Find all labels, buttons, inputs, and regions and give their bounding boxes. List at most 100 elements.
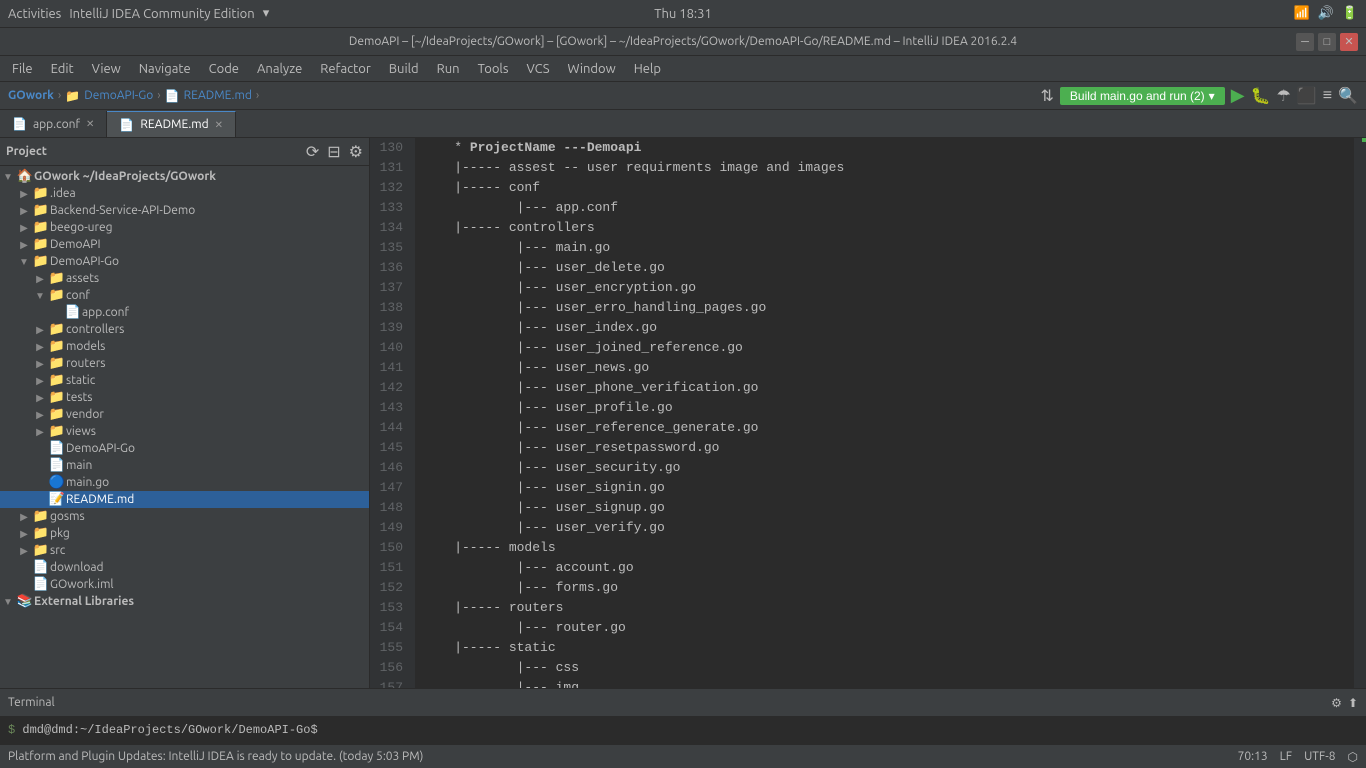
tree-item[interactable]: ▶📁src	[0, 542, 369, 559]
line-number: 147	[370, 478, 409, 498]
encoding[interactable]: UTF-8	[1304, 750, 1335, 764]
tree-item[interactable]: 📄main	[0, 457, 369, 474]
menu-code[interactable]: Code	[201, 60, 247, 78]
run-config-button[interactable]: Build main.go and run (2) ▾	[1060, 87, 1225, 105]
menu-edit[interactable]: Edit	[43, 60, 82, 78]
menu-navigate[interactable]: Navigate	[131, 60, 199, 78]
coverage-icon[interactable]: ☂	[1276, 86, 1290, 105]
tree-item[interactable]: ▶📁models	[0, 338, 369, 355]
breadcrumb-sep2: ›	[157, 89, 160, 102]
breadcrumb-gowork[interactable]: GOwork	[8, 89, 54, 102]
tree-item[interactable]: 📄DemoAPI-Go	[0, 440, 369, 457]
code-line: |--- css	[423, 658, 1346, 678]
tree-item[interactable]: 🔵main.go	[0, 474, 369, 491]
tree-item[interactable]: ▶📁controllers	[0, 321, 369, 338]
close-button[interactable]: ✕	[1340, 33, 1358, 51]
tree-item[interactable]: 📄download	[0, 559, 369, 576]
stop-icon[interactable]: ⬛	[1297, 86, 1317, 105]
line-number: 157	[370, 678, 409, 688]
collapse-all-icon[interactable]: ⊟	[325, 140, 342, 163]
tree-item[interactable]: ▶📁routers	[0, 355, 369, 372]
sync-files-icon[interactable]: ⟳	[304, 140, 321, 163]
code-line: |--- router.go	[423, 618, 1346, 638]
columns-icon[interactable]: ≡	[1323, 86, 1332, 105]
code-content[interactable]: * ProjectName ---Demoapi |----- assest -…	[415, 138, 1354, 688]
settings-icon[interactable]: ⚙	[347, 140, 365, 163]
tree-item[interactable]: ▶📁assets	[0, 270, 369, 287]
menu-tools[interactable]: Tools	[470, 60, 517, 78]
tree-item-label: DemoAPI	[50, 238, 369, 251]
line-number: 156	[370, 658, 409, 678]
gutter-indicator	[1362, 138, 1366, 142]
tree-item-label: README.md	[66, 493, 369, 506]
tree-item[interactable]: ▼📁DemoAPI-Go	[0, 253, 369, 270]
tree-file-icon: 📁	[48, 322, 66, 337]
activities-label[interactable]: Activities	[8, 7, 61, 21]
tree-item[interactable]: ▶📁views	[0, 423, 369, 440]
menu-file[interactable]: File	[4, 60, 41, 78]
tree-item[interactable]: ▶📁gosms	[0, 508, 369, 525]
code-line: |--- account.go	[423, 558, 1346, 578]
cursor-position[interactable]: 70:13	[1238, 750, 1268, 764]
breadcrumb-readme[interactable]: README.md	[184, 89, 252, 102]
run-config-label: Build main.go and run (2)	[1070, 89, 1205, 103]
breadcrumb-demoapi-go[interactable]: DemoAPI-Go	[84, 89, 153, 102]
tree-item[interactable]: ▼🏠GOwork ~/IdeaProjects/GOwork	[0, 168, 369, 185]
tree-item[interactable]: ▶📁Backend-Service-API-Demo	[0, 202, 369, 219]
tree-item[interactable]: 📄GOwork.iml	[0, 576, 369, 593]
tree-file-icon: 🏠	[16, 169, 34, 184]
tree-arrow-icon: ▶	[16, 545, 32, 557]
tree-item[interactable]: 📄app.conf	[0, 304, 369, 321]
tree-item-label: beego-ureg	[50, 221, 369, 234]
terminal-bar[interactable]: Terminal ⚙ ⬆	[0, 688, 1366, 716]
terminal-settings-icon[interactable]: ⚙	[1331, 696, 1342, 710]
menu-vcs[interactable]: VCS	[518, 60, 557, 78]
line-number: 137	[370, 278, 409, 298]
app-name-label[interactable]: IntelliJ IDEA Community Edition	[69, 7, 254, 21]
run-icon[interactable]: ▶	[1231, 85, 1245, 106]
search-icon[interactable]: 🔍	[1338, 86, 1358, 105]
menu-help[interactable]: Help	[626, 60, 669, 78]
terminal-expand-icon[interactable]: ⬆	[1348, 696, 1358, 710]
tree-item[interactable]: ▼📁conf	[0, 287, 369, 304]
menu-window[interactable]: Window	[560, 60, 624, 78]
tree-file-icon: 📁	[32, 237, 50, 252]
tree-item-label: main	[66, 459, 369, 472]
tab-bar: 📄 app.conf ✕ 📄 README.md ✕	[0, 110, 1366, 138]
tree-item-label: routers	[66, 357, 369, 370]
tree-file-icon: 📁	[32, 220, 50, 235]
editor-content: 1301311321331341351361371381391401411421…	[370, 138, 1366, 688]
line-ending[interactable]: LF	[1280, 750, 1292, 764]
menu-refactor[interactable]: Refactor	[312, 60, 379, 78]
menu-build[interactable]: Build	[381, 60, 427, 78]
menu-view[interactable]: View	[84, 60, 129, 78]
menu-analyze[interactable]: Analyze	[249, 60, 310, 78]
breadcrumb-bar: GOwork › 📁 DemoAPI-Go › 📄 README.md › ⇅ …	[0, 82, 1366, 110]
terminal-content[interactable]: $ dmd@dmd:~/IdeaProjects/GOwork/DemoAPI-…	[0, 716, 1366, 744]
menu-run[interactable]: Run	[429, 60, 468, 78]
menubar: File Edit View Navigate Code Analyze Ref…	[0, 56, 1366, 82]
tab-readme[interactable]: 📄 README.md ✕	[107, 111, 236, 137]
tab-readme-close[interactable]: ✕	[215, 119, 223, 131]
tree-item[interactable]: 📝README.md	[0, 491, 369, 508]
debug-icon[interactable]: 🐛	[1251, 86, 1271, 105]
tree-item[interactable]: ▶📁vendor	[0, 406, 369, 423]
sync-icon[interactable]: ⇅	[1041, 86, 1054, 105]
tab-readme-icon: 📄	[119, 118, 134, 132]
tab-app-conf-close[interactable]: ✕	[86, 118, 94, 130]
maximize-button[interactable]: □	[1318, 33, 1336, 51]
tab-app-conf[interactable]: 📄 app.conf ✕	[0, 111, 107, 137]
tree-item[interactable]: ▶📁static	[0, 372, 369, 389]
code-line: |--- user_verify.go	[423, 518, 1346, 538]
tree-item[interactable]: ▶📁.idea	[0, 185, 369, 202]
minimize-button[interactable]: ─	[1296, 33, 1314, 51]
tab-readme-label: README.md	[140, 118, 208, 131]
tree-arrow-icon: ▶	[16, 528, 32, 540]
tree-item[interactable]: ▶📁tests	[0, 389, 369, 406]
line-number: 148	[370, 498, 409, 518]
sidebar: Project ⟳ ⊟ ⚙ ▼🏠GOwork ~/IdeaProjects/GO…	[0, 138, 370, 688]
tree-item[interactable]: ▶📁beego-ureg	[0, 219, 369, 236]
tree-item[interactable]: ▼📚External Libraries	[0, 593, 369, 610]
tree-item[interactable]: ▶📁DemoAPI	[0, 236, 369, 253]
tree-item[interactable]: ▶📁pkg	[0, 525, 369, 542]
